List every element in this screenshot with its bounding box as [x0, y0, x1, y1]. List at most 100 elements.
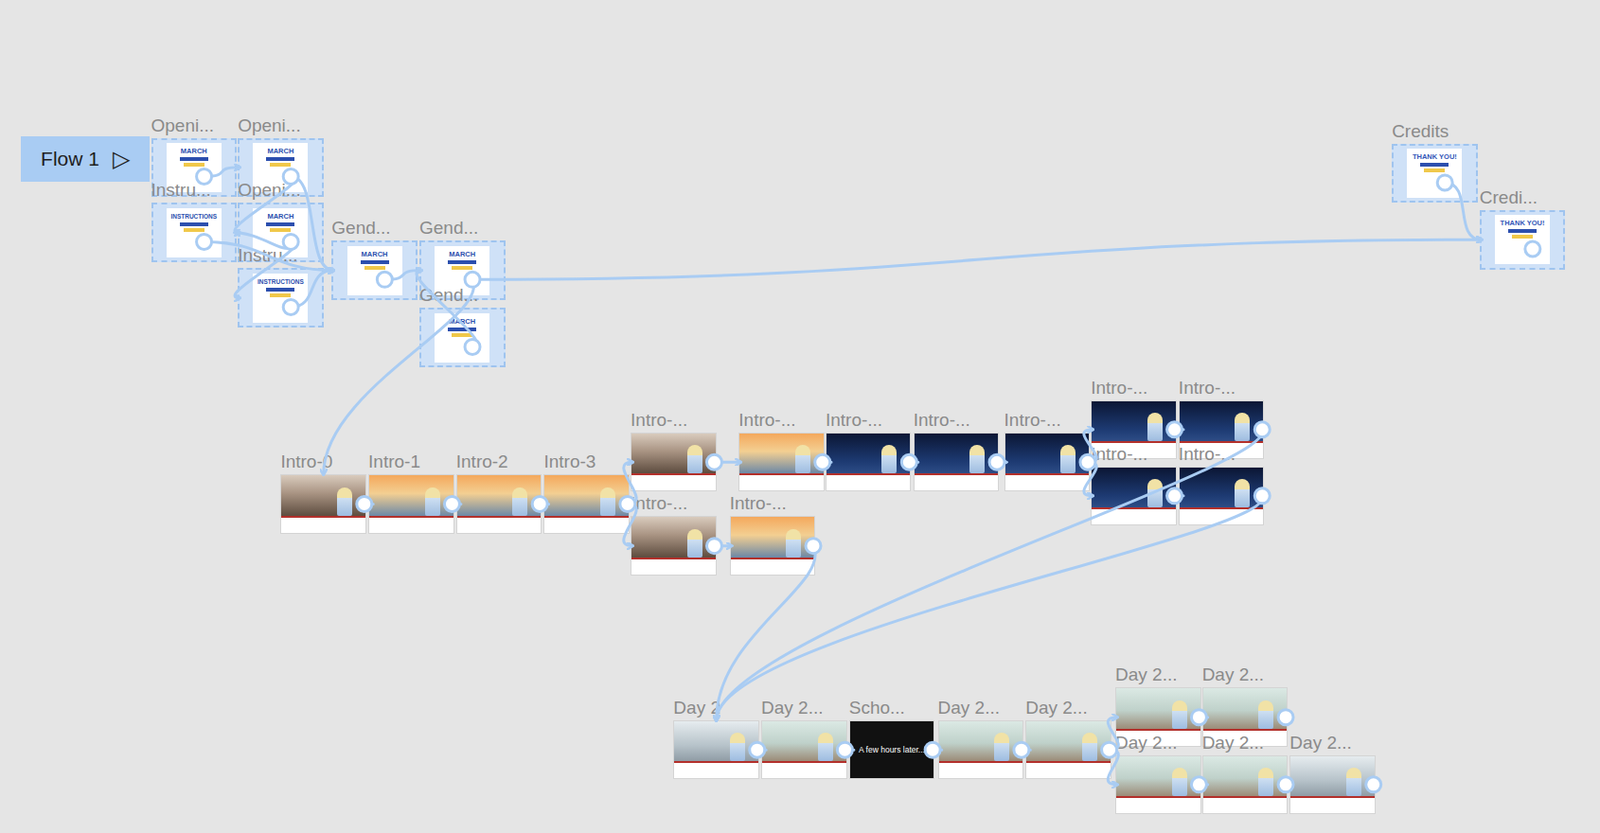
node-label[interactable]: Day 2...	[1202, 733, 1264, 753]
node-frame[interactable]	[1202, 755, 1289, 816]
node-label[interactable]: Day 2...	[1289, 733, 1352, 753]
flow-node[interactable]: Scho...A few hours later...	[849, 720, 936, 781]
connection-handle[interactable]	[989, 454, 1005, 470]
connection-line[interactable]	[384, 270, 422, 281]
connection-line[interactable]	[1171, 427, 1184, 431]
node-label[interactable]: Scho...	[849, 698, 906, 718]
connection-handle[interactable]	[1254, 422, 1270, 438]
node-label[interactable]: Gend...	[331, 218, 391, 238]
node-label[interactable]: Intro-...	[729, 494, 787, 514]
flow-node[interactable]: Gend...MARCH	[419, 307, 506, 368]
connection-line[interactable]	[841, 748, 854, 752]
connection-line[interactable]	[1444, 182, 1482, 240]
node-label[interactable]: Intro-...	[913, 410, 971, 430]
flow-node[interactable]: Day 2...	[1025, 720, 1112, 781]
node-label[interactable]: Intro-...	[1090, 444, 1148, 464]
connection-line[interactable]	[290, 270, 334, 308]
connection-line[interactable]	[416, 270, 478, 348]
flow-node[interactable]: Intro-2	[456, 474, 543, 534]
node-label[interactable]: Intro-1	[368, 452, 421, 472]
connection-handle[interactable]	[1525, 241, 1541, 257]
connection-line[interactable]	[1107, 749, 1119, 785]
connection-handle[interactable]	[1013, 742, 1030, 758]
connection-line[interactable]	[1018, 748, 1032, 752]
connection-handle[interactable]	[805, 538, 821, 554]
connection-line[interactable]	[713, 544, 731, 548]
connection-handle[interactable]	[196, 233, 213, 249]
node-frame[interactable]	[938, 720, 1025, 781]
node-label[interactable]: Intro-3	[543, 452, 596, 472]
node-label[interactable]: Day 2...	[1025, 698, 1087, 718]
node-frame[interactable]	[630, 432, 717, 493]
node-label[interactable]: Day 2	[673, 698, 721, 718]
flow-node[interactable]: Day 2...	[938, 720, 1025, 781]
node-label[interactable]: Day 2...	[761, 698, 823, 718]
connection-line[interactable]	[713, 461, 741, 464]
node-frame[interactable]: INSTRUCTIONS	[151, 202, 238, 263]
flow-node[interactable]: Intro-...	[729, 515, 817, 576]
connection-line[interactable]	[716, 496, 1263, 721]
node-label[interactable]: Instru...	[151, 180, 212, 200]
connection-line[interactable]	[234, 241, 296, 298]
connection-handle[interactable]	[815, 454, 831, 470]
connection-handle[interactable]	[1366, 777, 1382, 793]
connection-line[interactable]	[204, 167, 241, 178]
flow-start-button[interactable]: Flow 1▷	[20, 136, 150, 182]
node-frame[interactable]	[1178, 466, 1265, 527]
node-frame[interactable]	[456, 474, 543, 534]
node-frame[interactable]	[280, 474, 367, 534]
connection-line[interactable]	[818, 461, 832, 464]
node-label[interactable]: Intro-...	[1178, 378, 1236, 398]
node-label[interactable]: Day 2...	[1115, 733, 1177, 753]
node-frame[interactable]	[630, 515, 717, 576]
connection-handle[interactable]	[464, 338, 480, 355]
connection-handle[interactable]	[532, 496, 548, 512]
flow-node[interactable]: Intro-...	[630, 515, 717, 576]
connection-line[interactable]	[361, 502, 374, 506]
connection-line[interactable]	[234, 176, 296, 232]
connection-line[interactable]	[1171, 494, 1184, 498]
connection-line[interactable]	[1084, 462, 1097, 497]
node-label[interactable]: Day 2...	[1115, 665, 1177, 685]
node-label[interactable]: Gend...	[419, 218, 479, 238]
node-label[interactable]: Intro-...	[1004, 410, 1062, 430]
node-label[interactable]: Intro-0	[280, 452, 333, 472]
flow-node[interactable]: Instru...INSTRUCTIONS	[237, 267, 324, 328]
connection-line[interactable]	[716, 546, 817, 721]
connection-handle[interactable]	[1437, 175, 1453, 191]
node-label[interactable]: Day 2...	[1202, 665, 1264, 685]
connection-handle[interactable]	[283, 299, 299, 315]
flow-node[interactable]: Instru...INSTRUCTIONS	[151, 202, 238, 263]
flow-node[interactable]: Intro-...	[1090, 466, 1177, 527]
connection-line[interactable]	[623, 462, 637, 504]
connection-line[interactable]	[204, 241, 335, 270]
flow-node[interactable]: Day 2	[673, 720, 760, 781]
flow-node[interactable]: Intro-...	[738, 432, 825, 493]
node-frame[interactable]	[543, 474, 630, 534]
connection-line[interactable]	[716, 429, 1263, 721]
connection-handle[interactable]	[1278, 777, 1294, 793]
flow-node[interactable]: Intro-3	[543, 474, 630, 534]
connection-handle[interactable]	[706, 454, 722, 470]
node-frame[interactable]	[1004, 432, 1091, 493]
connection-handle[interactable]	[924, 742, 941, 758]
node-label[interactable]: Intro-...	[630, 410, 688, 430]
node-label[interactable]: Credi...	[1479, 188, 1538, 208]
flow-node[interactable]: Intro-...	[913, 432, 1000, 493]
connection-handle[interactable]	[1080, 454, 1096, 470]
connection-line[interactable]	[1194, 782, 1208, 786]
connection-handle[interactable]	[356, 496, 373, 512]
node-frame[interactable]	[368, 474, 455, 534]
flow-node[interactable]: Gend...MARCH	[331, 240, 418, 301]
connection-handle[interactable]	[836, 742, 853, 758]
node-label[interactable]: Gend...	[419, 285, 479, 305]
connection-handle[interactable]	[901, 454, 917, 470]
connection-handle[interactable]	[620, 496, 636, 512]
node-frame[interactable]	[913, 432, 1000, 493]
node-label[interactable]: Intro-2	[456, 452, 509, 472]
node-label[interactable]: Credits	[1391, 122, 1449, 142]
node-label[interactable]: Intro-...	[1090, 378, 1148, 398]
connection-handle[interactable]	[464, 271, 480, 287]
flow-node[interactable]: Intro-0	[280, 474, 367, 534]
connection-line[interactable]	[448, 502, 462, 506]
